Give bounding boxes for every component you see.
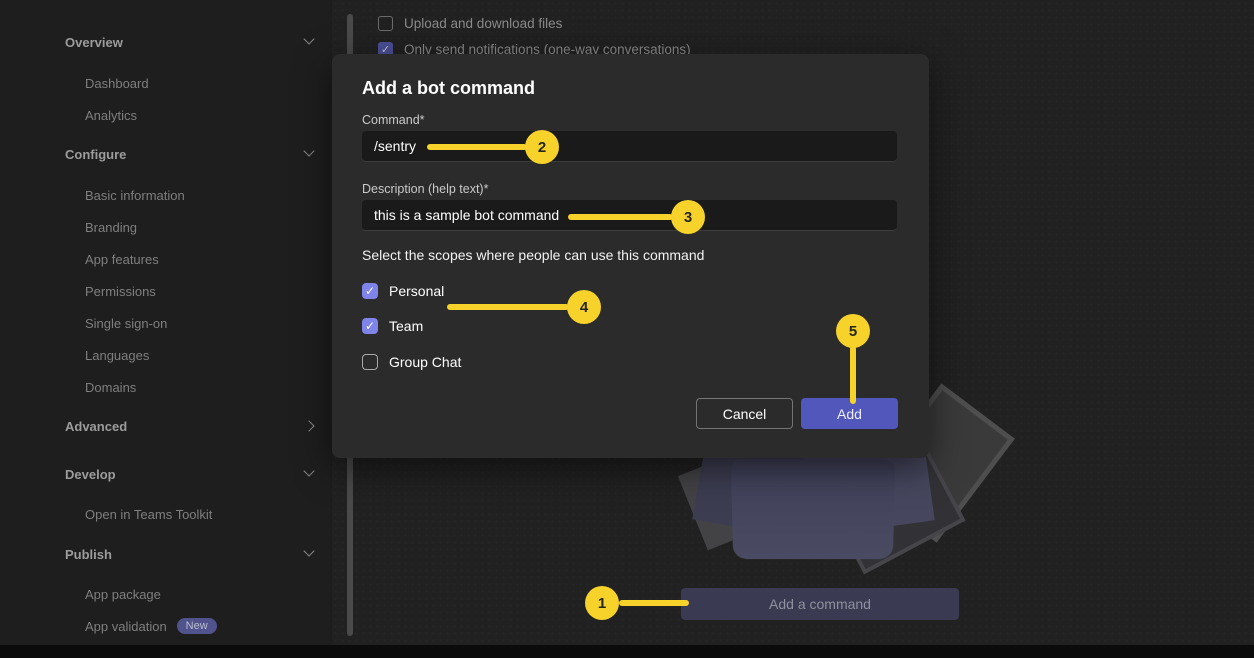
cancel-button[interactable]: Cancel: [696, 398, 793, 429]
checkbox-checked-icon[interactable]: ✓: [362, 283, 378, 299]
sidebar-item-label: Domains: [85, 380, 136, 395]
annotation-line-1: [619, 600, 689, 606]
checkbox-unchecked-icon[interactable]: [362, 354, 378, 370]
sidebar-section-publish[interactable]: Publish: [65, 545, 315, 563]
sidebar-item-label: Basic information: [85, 188, 185, 203]
scope-label: Group Chat: [389, 354, 461, 370]
sidebar-nav: Overview Dashboard Analytics Configure B…: [0, 0, 332, 645]
sidebar-item-single-sign-on[interactable]: Single sign-on: [85, 314, 315, 332]
chevron-down-icon: [303, 33, 314, 44]
command-field-label: Command*: [362, 113, 425, 127]
sidebar-item-label: Permissions: [85, 284, 156, 299]
sidebar-item-label: Analytics: [85, 108, 137, 123]
checkbox-label: Upload and download files: [404, 16, 562, 31]
scope-personal-checkbox-row[interactable]: ✓ Personal: [362, 283, 444, 299]
sidebar-item-label: App features: [85, 252, 159, 267]
sidebar-section-configure[interactable]: Configure: [65, 145, 315, 163]
sidebar-item-app-features[interactable]: App features: [85, 250, 315, 268]
sidebar-item-label: Single sign-on: [85, 316, 167, 331]
sidebar-section-advanced[interactable]: Advanced: [65, 417, 315, 435]
sidebar-section-develop[interactable]: Develop: [65, 465, 315, 483]
annotation-badge-2: 2: [525, 130, 559, 164]
teams-developer-portal: Overview Dashboard Analytics Configure B…: [0, 0, 1254, 658]
upload-download-checkbox-row[interactable]: Upload and download files: [378, 16, 562, 31]
annotation-line-2: [427, 144, 527, 150]
sidebar-item-languages[interactable]: Languages: [85, 346, 315, 364]
annotation-badge-3: 3: [671, 200, 705, 234]
sidebar-item-permissions[interactable]: Permissions: [85, 282, 315, 300]
sidebar-section-label: Overview: [65, 35, 123, 50]
sidebar-section-label: Develop: [65, 467, 116, 482]
sidebar-section-overview[interactable]: Overview: [65, 33, 315, 51]
sidebar-item-analytics[interactable]: Analytics: [85, 106, 315, 124]
scope-group-chat-checkbox-row[interactable]: Group Chat: [362, 354, 461, 370]
annotation-line-4: [447, 304, 569, 310]
sidebar-section-label: Configure: [65, 147, 126, 162]
annotation-badge-1: 1: [585, 586, 619, 620]
annotation-badge-5: 5: [836, 314, 870, 348]
annotation-line-3: [568, 214, 673, 220]
chevron-right-icon: [303, 420, 314, 431]
add-bot-command-dialog: Add a bot command Command* Description (…: [332, 54, 929, 458]
annotation-badge-4: 4: [567, 290, 601, 324]
chevron-down-icon: [303, 145, 314, 156]
sidebar-item-label: App package: [85, 587, 161, 602]
sidebar-item-label: App validation: [85, 619, 167, 634]
chevron-down-icon: [303, 465, 314, 476]
new-badge: New: [177, 618, 217, 634]
sidebar-item-app-validation[interactable]: App validation New: [85, 617, 315, 635]
sidebar-section-label: Publish: [65, 547, 112, 562]
sidebar-item-app-package[interactable]: App package: [85, 585, 315, 603]
sidebar-item-branding[interactable]: Branding: [85, 218, 315, 236]
dialog-title: Add a bot command: [362, 78, 535, 99]
sidebar-item-domains[interactable]: Domains: [85, 378, 315, 396]
sidebar-item-open-in-teams-toolkit[interactable]: Open in Teams Toolkit: [85, 505, 315, 523]
scope-team-checkbox-row[interactable]: ✓ Team: [362, 318, 423, 334]
chevron-down-icon: [303, 545, 314, 556]
sidebar-item-label: Open in Teams Toolkit: [85, 507, 212, 522]
checkbox-checked-icon[interactable]: ✓: [362, 318, 378, 334]
bottom-edge-bar: [0, 645, 1254, 658]
add-a-command-button[interactable]: Add a command: [681, 588, 959, 620]
sidebar-section-label: Advanced: [65, 419, 127, 434]
scopes-heading: Select the scopes where people can use t…: [362, 247, 704, 263]
sidebar-item-label: Dashboard: [85, 76, 149, 91]
sidebar-item-basic-information[interactable]: Basic information: [85, 186, 315, 204]
sidebar-item-label: Branding: [85, 220, 137, 235]
scope-label: Personal: [389, 283, 444, 299]
sidebar-item-label: Languages: [85, 348, 149, 363]
scope-label: Team: [389, 318, 423, 334]
sidebar-item-dashboard[interactable]: Dashboard: [85, 74, 315, 92]
checkbox-unchecked-icon[interactable]: [378, 16, 393, 31]
description-field-label: Description (help text)*: [362, 182, 488, 196]
illustration-box: [731, 460, 895, 559]
annotation-line-5: [850, 346, 856, 404]
